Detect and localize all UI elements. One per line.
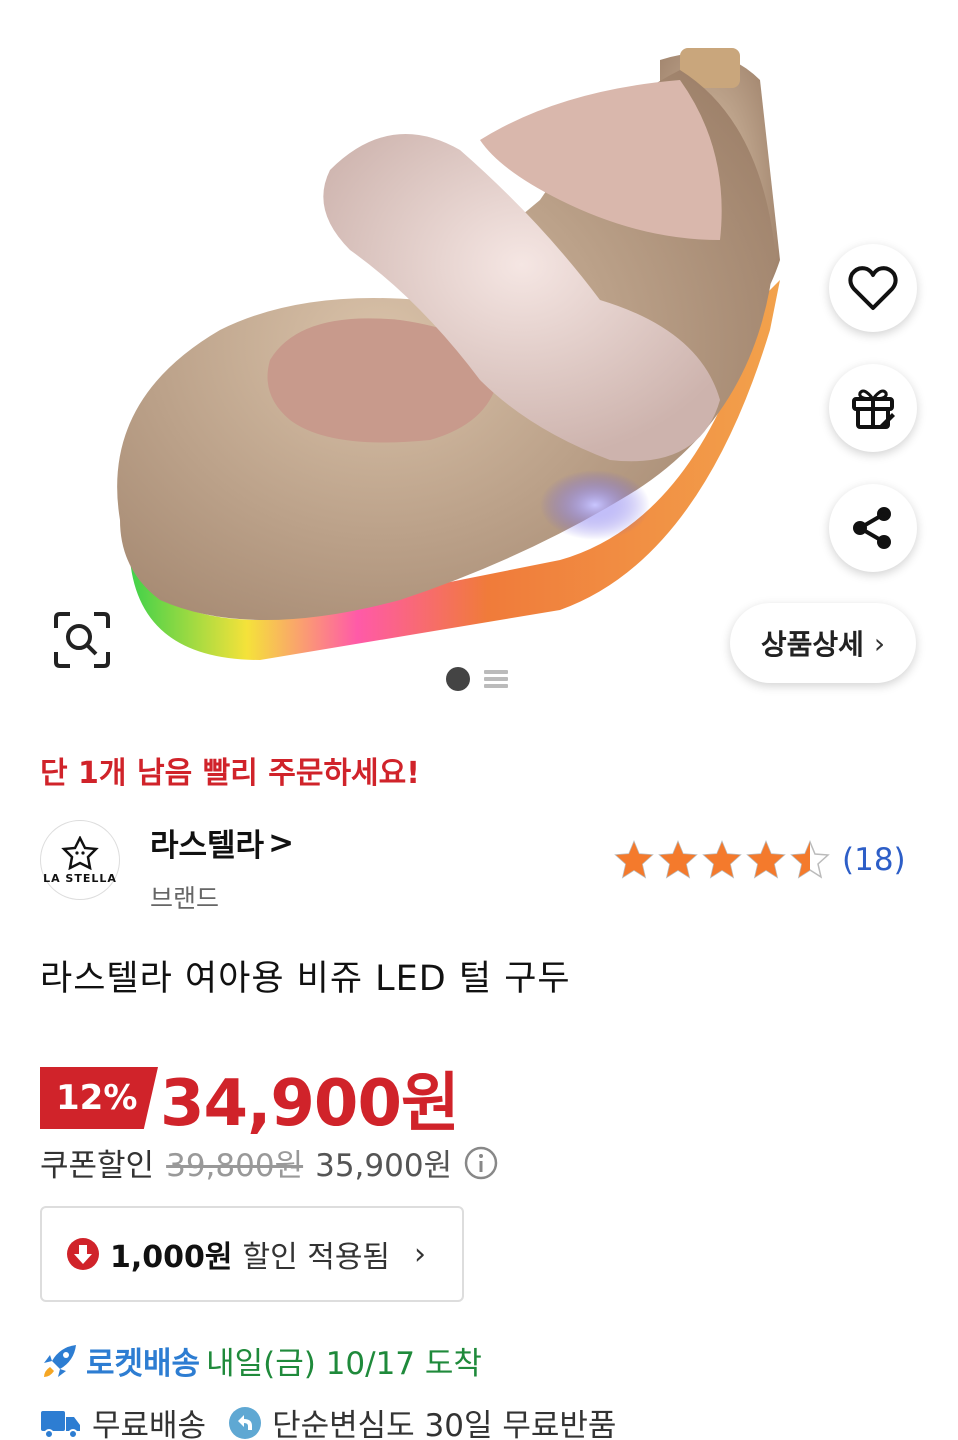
coupon-label: 쿠폰할인 — [40, 1148, 155, 1184]
return-icon — [229, 1406, 262, 1439]
original-price: 39,800원 — [166, 1148, 304, 1184]
brand-subtitle: 브랜드 — [150, 884, 220, 913]
star-full-icon — [746, 840, 786, 879]
lens-search-icon — [54, 612, 110, 668]
star-full-icon — [614, 840, 654, 879]
free-return-label: 단순변심도 30일 무료반품 — [272, 1408, 617, 1440]
star-full-icon — [658, 840, 698, 879]
carousel-indicator — [446, 667, 508, 691]
rating-summary[interactable]: (18) — [614, 840, 906, 880]
wishlist-button[interactable] — [829, 244, 917, 332]
rocket-delivery-label: 로켓배송 — [86, 1346, 201, 1382]
arrival-date: 내일(금) 10/17 도착 — [206, 1346, 482, 1382]
carousel-dot-active — [446, 667, 470, 691]
share-button[interactable] — [829, 484, 917, 572]
brand-logo: LA STELLA — [40, 820, 120, 900]
star-rating — [614, 840, 830, 880]
coupon-price-row: 쿠폰할인 39,800원 35,900원 — [40, 1140, 498, 1185]
stock-alert: 단 1개 남음 빨리 주문하세요! — [40, 756, 420, 791]
rocket-delivery-row: 로켓배송 내일(금) 10/17 도착 — [40, 1338, 482, 1383]
info-icon[interactable] — [464, 1146, 498, 1180]
heart-icon — [848, 266, 898, 310]
final-price: 34,900원 — [160, 1067, 460, 1141]
image-search-button[interactable] — [50, 608, 114, 672]
coupon-status: 할인 적용됨 — [242, 1240, 391, 1275]
rocket-icon — [44, 1344, 76, 1377]
chevron-right-icon: > — [268, 824, 295, 861]
share-icon — [853, 507, 891, 549]
discount-badge: 12% — [40, 1067, 158, 1129]
brand-section[interactable]: LA STELLA 라스텔라 > 브랜드 — [40, 820, 294, 915]
chevron-right-icon: › — [414, 1236, 427, 1272]
chevron-right-icon: › — [873, 626, 886, 660]
star-face-icon — [61, 835, 99, 870]
review-count[interactable]: (18) — [842, 842, 906, 878]
product-title: 라스텔라 여아용 비쥬 LED 털 구두 — [40, 959, 571, 999]
star-half-icon — [790, 840, 830, 879]
product-detail-button[interactable]: 상품상세 › — [730, 603, 916, 683]
gift-icon — [852, 389, 895, 429]
product-detail-label: 상품상세 — [760, 628, 864, 661]
truck-icon — [41, 1410, 80, 1439]
free-shipping-label: 무료배송 — [92, 1408, 207, 1440]
gift-button[interactable] — [829, 364, 917, 452]
pre-coupon-price: 35,900원 — [315, 1148, 453, 1184]
price-row: 12% 34,900원 — [40, 1052, 460, 1144]
star-full-icon — [702, 840, 742, 879]
brand-name-link[interactable]: 라스텔라 > — [150, 820, 294, 865]
coupon-applied-button[interactable]: 1,000원 할인 적용됨 › — [40, 1206, 464, 1302]
download-arrow-icon — [67, 1238, 99, 1270]
shipping-info-row: 무료배송 단순변심도 30일 무료반품 — [40, 1400, 616, 1440]
brand-logo-text: LA STELLA — [43, 871, 117, 885]
grid-view-icon[interactable] — [484, 667, 508, 691]
coupon-amount: 1,000원 — [110, 1240, 233, 1275]
product-image-carousel[interactable]: 상품상세 › — [0, 0, 958, 715]
brand-name: 라스텔라 — [150, 828, 265, 864]
